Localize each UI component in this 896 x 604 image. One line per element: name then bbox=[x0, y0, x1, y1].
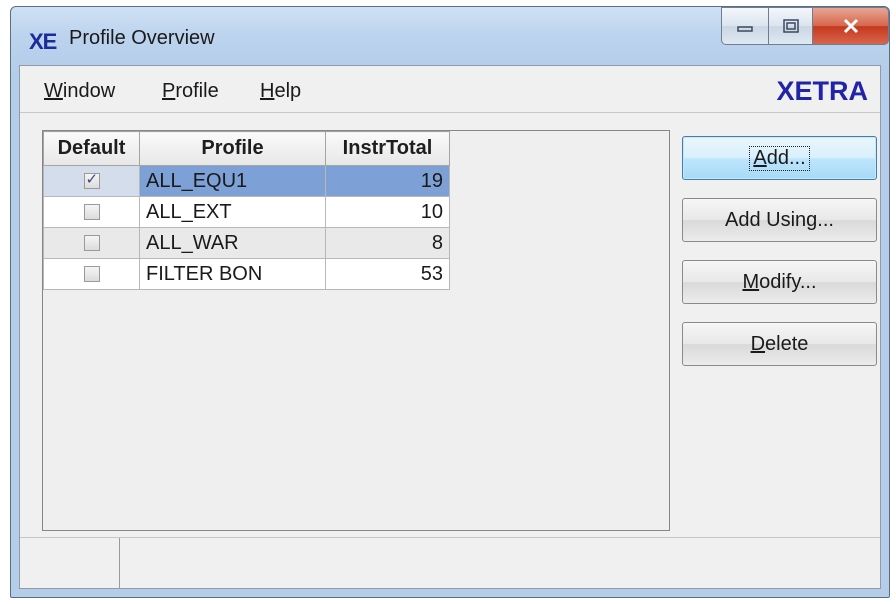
profile-table-panel: Default Profile InstrTotal ALL_EQU1 19 A… bbox=[42, 130, 670, 531]
add-using-label-post: ... bbox=[817, 208, 834, 231]
table-row[interactable]: ALL_EQU1 19 bbox=[43, 165, 450, 197]
add-button[interactable]: Add... bbox=[682, 136, 877, 180]
menu-profile-label: rofile bbox=[175, 80, 219, 102]
add-button-label: Add... bbox=[749, 145, 810, 171]
add-using-label-pre: Add Usin bbox=[725, 208, 807, 231]
add-mnemonic: A bbox=[753, 146, 767, 169]
profile-cell[interactable]: ALL_EXT bbox=[139, 196, 326, 228]
instrtotal-cell[interactable]: 19 bbox=[325, 165, 450, 197]
client-area: Window Profile Help XETRA Default Profil… bbox=[19, 65, 881, 589]
menu-window[interactable]: Window bbox=[44, 80, 115, 103]
checkbox-unchecked-icon[interactable] bbox=[83, 266, 100, 283]
maximize-button[interactable] bbox=[769, 7, 813, 45]
close-button[interactable] bbox=[813, 7, 889, 45]
menu-bar: Window Profile Help XETRA bbox=[20, 66, 880, 113]
table-row[interactable]: FILTER BON 53 bbox=[43, 258, 450, 290]
delete-label-rest: elete bbox=[765, 332, 809, 355]
caption-buttons bbox=[721, 7, 889, 45]
table-row[interactable]: ALL_EXT 10 bbox=[43, 196, 450, 228]
modify-mnemonic: M bbox=[742, 270, 760, 293]
profile-cell[interactable]: ALL_WAR bbox=[139, 227, 326, 259]
profile-cell[interactable]: FILTER BON bbox=[139, 258, 326, 290]
add-using-button-label: Add Using... bbox=[725, 209, 834, 232]
checkbox-checked-icon[interactable] bbox=[83, 170, 100, 190]
delete-mnemonic: D bbox=[750, 332, 766, 355]
modify-button[interactable]: Modify... bbox=[682, 260, 877, 304]
brand-logo: XETRA bbox=[776, 76, 868, 106]
default-cell[interactable] bbox=[43, 227, 140, 259]
checkbox-unchecked-icon[interactable] bbox=[83, 204, 100, 221]
menu-window-label: indow bbox=[62, 80, 116, 102]
instrtotal-cell[interactable]: 8 bbox=[325, 227, 450, 259]
default-cell[interactable] bbox=[43, 258, 140, 290]
close-icon bbox=[843, 18, 858, 34]
menu-window-mnemonic: W bbox=[44, 80, 63, 102]
maximize-icon bbox=[782, 19, 799, 33]
instrtotal-cell[interactable]: 10 bbox=[325, 196, 450, 228]
table-header-row: Default Profile InstrTotal bbox=[43, 131, 450, 166]
delete-button-label: Delete bbox=[751, 333, 809, 356]
delete-button[interactable]: Delete bbox=[682, 322, 877, 366]
column-header-default[interactable]: Default bbox=[43, 131, 140, 166]
column-header-instrtotal[interactable]: InstrTotal bbox=[325, 131, 450, 166]
status-panel-left bbox=[20, 538, 120, 588]
minimize-button[interactable] bbox=[721, 7, 769, 45]
menu-help[interactable]: Help bbox=[260, 80, 301, 103]
add-label-rest: dd... bbox=[766, 146, 806, 169]
modify-label-rest: odify... bbox=[759, 270, 817, 293]
minimize-icon bbox=[737, 26, 753, 32]
instrtotal-cell[interactable]: 53 bbox=[325, 258, 450, 290]
menu-help-mnemonic: H bbox=[260, 80, 275, 102]
profile-overview-window: XE Profile Overview Window Profile Help … bbox=[10, 6, 890, 598]
add-using-mnemonic: g bbox=[806, 208, 818, 231]
menu-help-label: elp bbox=[274, 80, 302, 102]
window-title: Profile Overview bbox=[69, 27, 215, 49]
modify-button-label: Modify... bbox=[742, 271, 816, 294]
title-bar[interactable]: XE Profile Overview bbox=[11, 7, 889, 65]
default-cell[interactable] bbox=[43, 165, 140, 197]
status-bar bbox=[20, 537, 880, 588]
profile-cell[interactable]: ALL_EQU1 bbox=[139, 165, 326, 197]
table-row[interactable]: ALL_WAR 8 bbox=[43, 227, 450, 259]
menu-profile[interactable]: Profile bbox=[162, 80, 219, 103]
default-cell[interactable] bbox=[43, 196, 140, 228]
column-header-profile[interactable]: Profile bbox=[139, 131, 326, 166]
profile-table: Default Profile InstrTotal ALL_EQU1 19 A… bbox=[43, 131, 450, 290]
app-logo: XE bbox=[29, 29, 57, 54]
add-using-button[interactable]: Add Using... bbox=[682, 198, 877, 242]
menu-profile-mnemonic: P bbox=[162, 80, 176, 102]
checkbox-unchecked-icon[interactable] bbox=[83, 235, 100, 252]
